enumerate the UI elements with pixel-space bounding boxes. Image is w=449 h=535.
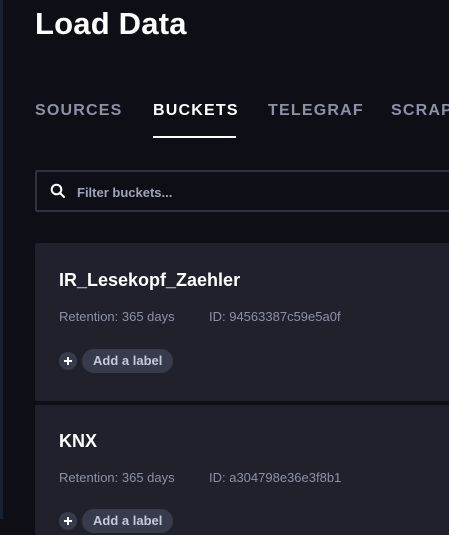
load-data-page: Load Data SOURCES BUCKETS TELEGRAF SCRAP… bbox=[3, 0, 449, 535]
filter-buckets-input[interactable] bbox=[75, 172, 449, 212]
bucket-id: ID: a304798e36e3f8b1 bbox=[209, 470, 342, 485]
bucket-name[interactable]: IR_Lesekopf_Zaehler bbox=[59, 270, 240, 291]
add-label-plus-icon[interactable] bbox=[59, 352, 77, 370]
add-label-button[interactable]: Add a label bbox=[82, 349, 174, 373]
tab-buckets[interactable]: BUCKETS bbox=[153, 102, 239, 120]
bucket-retention: Retention: 365 days bbox=[59, 309, 175, 324]
search-icon bbox=[50, 183, 65, 198]
active-tab-indicator bbox=[153, 136, 236, 138]
bucket-id: ID: 94563387c59e5a0f bbox=[209, 309, 341, 324]
bucket-card: IR_Lesekopf_Zaehler Retention: 365 days … bbox=[35, 243, 449, 401]
add-label-button[interactable]: Add a label bbox=[82, 509, 174, 533]
bucket-retention: Retention: 365 days bbox=[59, 470, 175, 485]
add-label-plus-icon[interactable] bbox=[59, 512, 77, 530]
bucket-name[interactable]: KNX bbox=[59, 431, 97, 452]
filter-buckets-search bbox=[35, 170, 449, 212]
tab-sources[interactable]: SOURCES bbox=[35, 102, 123, 120]
tab-scrapers[interactable]: SCRAPERS bbox=[391, 102, 449, 120]
bucket-card: KNX Retention: 365 days ID: a304798e36e3… bbox=[35, 405, 449, 535]
page-title: Load Data bbox=[35, 6, 187, 41]
tab-telegraf[interactable]: TELEGRAF bbox=[268, 102, 364, 120]
tab-bar: SOURCES BUCKETS TELEGRAF SCRAPERS bbox=[3, 96, 449, 140]
